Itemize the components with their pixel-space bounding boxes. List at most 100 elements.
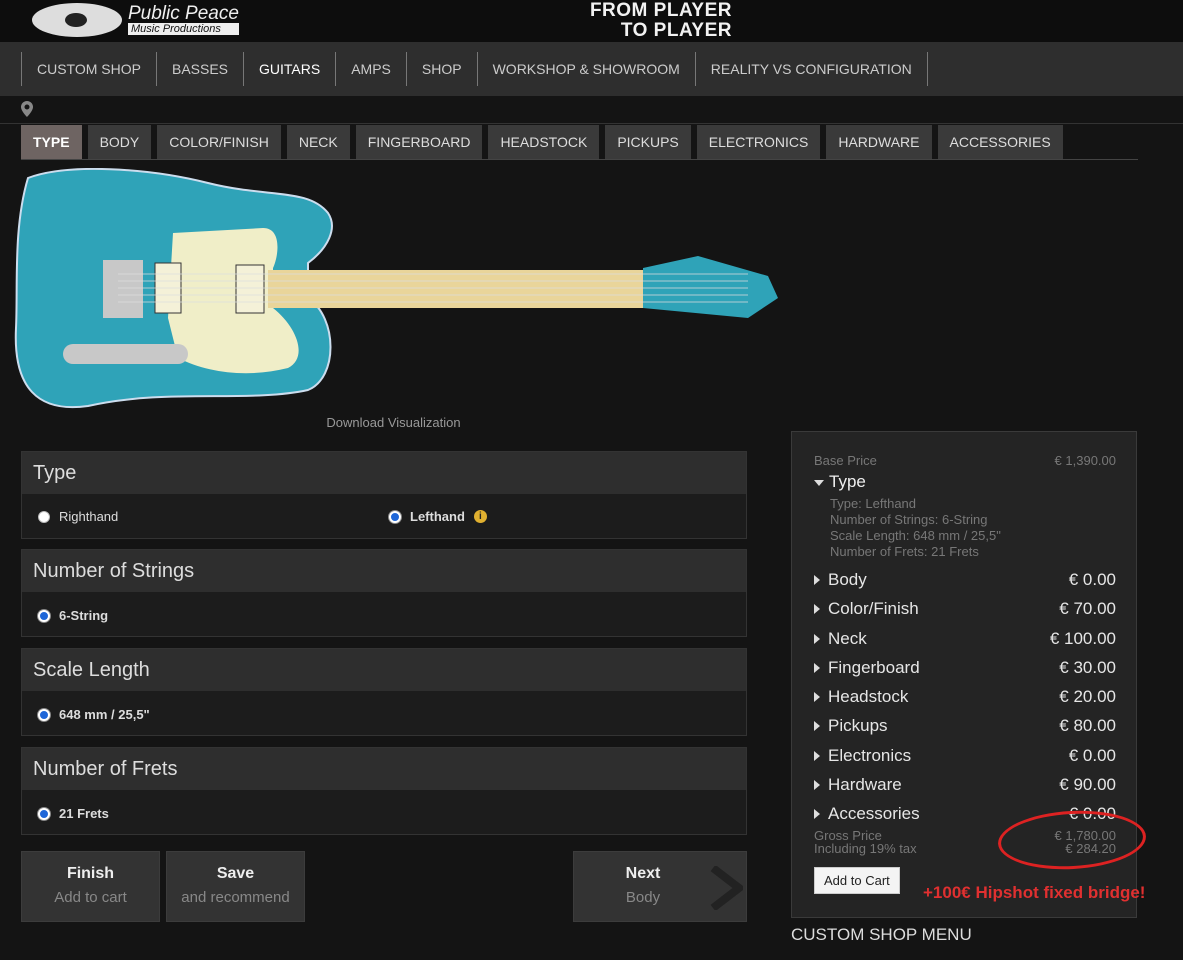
info-icon[interactable]: i [473, 510, 487, 523]
option-21-frets[interactable]: 21 Frets [38, 806, 109, 821]
triangle-down-icon [814, 479, 824, 486]
item-price: € 0.00 [1068, 570, 1116, 589]
triangle-right-icon [814, 809, 820, 819]
option-lefthand[interactable]: Lefthand i [389, 509, 487, 524]
detail: Number of Frets: 21 Frets [830, 544, 979, 559]
nav-reality[interactable]: REALITY VS CONFIGURATION [694, 52, 928, 86]
save-button[interactable]: Save and recommend [166, 851, 305, 922]
tab-headstock[interactable]: HEADSTOCK [488, 125, 600, 159]
finish-label: Finish [66, 865, 115, 882]
tab-color-finish[interactable]: COLOR/FINISH [157, 125, 281, 159]
summary-item-headstock[interactable]: Headstock € 20.00 [814, 687, 1116, 707]
tax-label: Including 19% tax [814, 841, 917, 856]
summary-item-hardware[interactable]: Hardware € 90.00 [814, 775, 1116, 795]
item-label: Electronics [828, 746, 912, 765]
save-sub: and recommend [181, 889, 290, 906]
type-section: Type Righthand Lefthand i [21, 451, 747, 539]
logo[interactable]: Public Peace Music Productions [32, 3, 239, 37]
item-price: € 20.00 [1059, 687, 1116, 706]
item-price: € 100.00 [1049, 629, 1116, 648]
nav-guitars[interactable]: GUITARS [243, 52, 335, 86]
item-label: Headstock [828, 687, 909, 706]
option-648mm[interactable]: 648 mm / 25,5" [38, 707, 150, 722]
chevron-right-icon [710, 866, 743, 910]
triangle-right-icon [814, 575, 820, 585]
item-price: € 30.00 [1059, 658, 1116, 677]
nav-shop[interactable]: SHOP [405, 52, 477, 86]
nav-custom-shop[interactable]: CUSTOM SHOP [21, 52, 156, 86]
save-label: Save [216, 865, 255, 882]
download-visualization-link[interactable]: Download Visualization [21, 415, 766, 430]
type-details: Type: Lefthand Number of Strings: 6-Stri… [830, 496, 1001, 560]
item-label: Color/Finish [828, 599, 919, 618]
nav-workshop[interactable]: WORKSHOP & SHOWROOM [476, 52, 695, 86]
option-label: Lefthand [410, 509, 465, 524]
control-plate [63, 344, 188, 364]
detail: Type: Lefthand [830, 496, 917, 511]
detail: Scale Length: 648 mm / 25,5" [830, 528, 1001, 543]
tab-pickups[interactable]: PICKUPS [605, 125, 691, 159]
triangle-right-icon [814, 721, 820, 731]
annotation-note: +100€ Hipshot fixed bridge! [923, 883, 1146, 902]
base-price-value: € 1,390.00 [1054, 453, 1116, 468]
section-title: Scale Length [22, 649, 746, 691]
item-price: € 90.00 [1059, 775, 1116, 794]
tab-body[interactable]: BODY [87, 125, 152, 159]
nav-amps[interactable]: AMPS [335, 52, 406, 86]
next-label: Next [625, 865, 661, 882]
item-label: Neck [828, 629, 867, 648]
nav-basses[interactable]: BASSES [155, 52, 243, 86]
triangle-right-icon [814, 692, 820, 702]
option-label: 6-String [59, 608, 109, 623]
option-label: Righthand [59, 509, 119, 524]
slogan-line-2: TO PLAYER [620, 20, 732, 41]
tab-neck[interactable]: NECK [286, 125, 350, 159]
radio-checked[interactable] [38, 807, 50, 820]
summary-item-fingerboard[interactable]: Fingerboard € 30.00 [814, 658, 1116, 678]
item-label: Body [828, 570, 867, 589]
frets-section: Number of Frets 21 Frets [21, 747, 747, 835]
tab-electronics[interactable]: ELECTRONICS [696, 125, 821, 159]
location-pin-icon[interactable] [21, 101, 33, 117]
neck-pickup [235, 264, 265, 314]
summary-item-electronics[interactable]: Electronics € 0.00 [814, 746, 1116, 766]
summary-item-body[interactable]: Body € 0.00 [814, 570, 1116, 590]
slogan: FROM PLAYER TO PLAYER [560, 1, 732, 41]
tab-type[interactable]: TYPE [21, 125, 82, 159]
option-6-string[interactable]: 6-String [38, 608, 108, 623]
item-price: € 80.00 [1059, 716, 1116, 735]
brand-name: Public Peace [128, 3, 239, 24]
radio-checked[interactable] [389, 510, 401, 523]
radio-unchecked[interactable] [38, 510, 50, 523]
item-price: € 0.00 [1068, 746, 1116, 765]
tab-accessories[interactable]: ACCESSORIES [937, 125, 1063, 159]
section-title: Number of Frets [22, 748, 746, 790]
radio-checked[interactable] [38, 708, 50, 721]
option-label: 648 mm / 25,5" [59, 707, 150, 722]
summary-item-pickups[interactable]: Pickups € 80.00 [814, 716, 1116, 736]
triangle-right-icon [814, 751, 820, 761]
summary-type-toggle[interactable]: Type [814, 472, 866, 492]
item-label: Accessories [828, 804, 920, 823]
tab-hardware[interactable]: HARDWARE [826, 125, 932, 159]
summary-item-color-finish[interactable]: Color/Finish € 70.00 [814, 599, 1116, 619]
summary-item-neck[interactable]: Neck € 100.00 [814, 629, 1116, 649]
next-sub: Body [625, 889, 661, 906]
add-to-cart-button[interactable]: Add to Cart [814, 867, 900, 894]
radio-checked[interactable] [38, 609, 50, 622]
strings-section: Number of Strings 6-String [21, 549, 747, 637]
item-label: Pickups [828, 716, 888, 735]
divider [0, 123, 1183, 124]
slogan-line-1: FROM PLAYER [589, 0, 732, 21]
triangle-right-icon [814, 663, 820, 673]
finish-button[interactable]: Finish Add to cart [21, 851, 160, 922]
option-label: 21 Frets [59, 806, 109, 821]
item-price: € 70.00 [1059, 599, 1116, 618]
brand-sub: Music Productions [128, 23, 239, 35]
tab-fingerboard[interactable]: FINGERBOARD [355, 125, 483, 159]
finish-sub: Add to cart [54, 889, 127, 906]
next-button[interactable]: Next Body [573, 851, 747, 922]
option-righthand[interactable]: Righthand [38, 509, 118, 524]
triangle-right-icon [814, 780, 820, 790]
guitar-visualization [14, 168, 778, 409]
